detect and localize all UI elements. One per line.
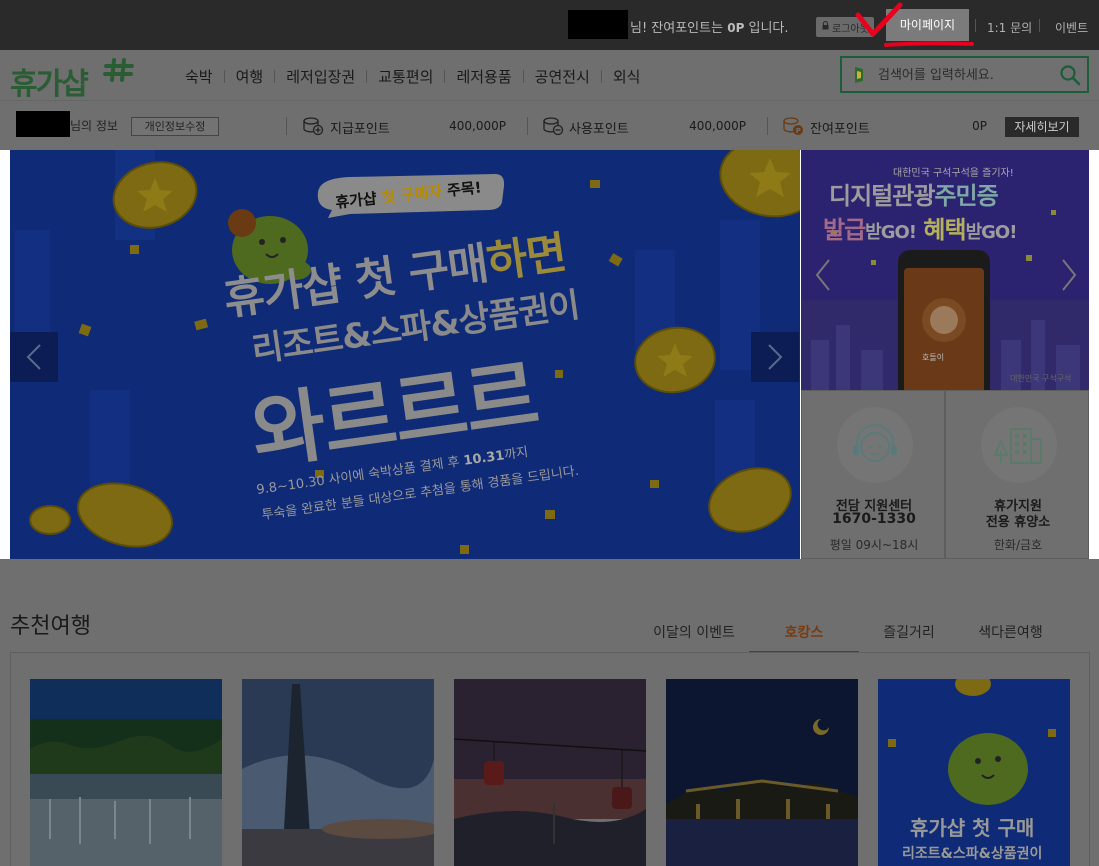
nav-divider: [522, 70, 524, 83]
tab-hocance[interactable]: 호캉스: [749, 622, 859, 642]
remaining-points-info-value: 0P: [972, 119, 987, 133]
svg-text:P: P: [796, 127, 801, 135]
points-greeting: 님! 잔여포인트는 0P 입니다.: [630, 17, 789, 36]
travel-card-tower[interactable]: [242, 679, 434, 866]
main-nav: 숙박 여행 레저입장권 교통편의 레저용품 공연전시 외식: [185, 66, 640, 87]
logo-text: 휴가샵: [10, 67, 88, 100]
site-logo[interactable]: 휴가샵: [10, 52, 140, 100]
pavilion-image: [666, 679, 858, 866]
resort-partners: 한화/금호: [993, 538, 1043, 552]
support-center-hours: 평일 09시~18시: [829, 538, 919, 552]
coin-p-icon: P: [783, 117, 803, 135]
waterfall-image: [30, 679, 222, 866]
search-input[interactable]: [878, 64, 1048, 86]
promo-sub-a: 리조트: [902, 846, 941, 862]
user-info-label: 님의 정보: [70, 119, 118, 133]
event-link[interactable]: 이벤트: [1055, 19, 1088, 36]
travel-card-pavilion[interactable]: [666, 679, 858, 866]
phone-name-label: 호돌이: [922, 353, 945, 362]
side-banner-title2: 발급받GO! 혜택받GO!: [823, 210, 1018, 245]
resort-box[interactable]: 휴가지원 전용 휴양소 한화/금호: [945, 390, 1089, 559]
greeting-end-text: 입니다.: [748, 21, 789, 36]
nav-divider: [444, 70, 446, 83]
search-box: [840, 56, 1089, 93]
tab-activities[interactable]: 즐길거리: [859, 622, 959, 642]
title2-part2: 받GO!: [865, 222, 917, 243]
travel-card-waterfall[interactable]: [30, 679, 222, 866]
title1-highlight: 주민증: [934, 182, 998, 210]
redacted-username: [16, 111, 70, 137]
nav-divider: [274, 70, 276, 83]
promo-sub-c: &상품권이: [978, 846, 1043, 862]
remaining-points-label: 잔여포인트: [810, 122, 870, 137]
chevron-left-icon: [815, 259, 830, 291]
side-banner-footer: 대한민국 구석구석: [1010, 374, 1072, 383]
remaining-points-value: 0P: [727, 21, 745, 35]
cablecar-image: [454, 679, 646, 866]
title2-part3: 혜택: [923, 216, 966, 244]
search-icon[interactable]: [1059, 64, 1081, 86]
promo-card-subtitle: 리조트&스파&상품권이: [902, 843, 1042, 863]
lock-icon: [822, 21, 829, 30]
tower-image: [242, 679, 434, 866]
info-divider: [767, 117, 768, 135]
nav-divider: [600, 70, 602, 83]
title2-part4: 받GO!: [965, 222, 1018, 243]
nav-item-performance[interactable]: 공연전시: [535, 66, 590, 87]
edit-profile-button[interactable]: 개인정보수정: [131, 117, 219, 136]
nav-item-leisure-tickets[interactable]: 레저입장권: [286, 66, 355, 87]
support-center-box[interactable]: 전담 지원센터 1670-1330 평일 09시~18시: [801, 390, 945, 559]
title1-prefix: 디지털관광: [829, 182, 935, 210]
nav-divider: [223, 70, 225, 83]
view-details-button[interactable]: 자세히보기: [1005, 117, 1079, 137]
nav-divider: [366, 70, 368, 83]
chevron-left-icon: [26, 344, 41, 370]
used-points-label: 사용포인트: [569, 122, 629, 137]
info-divider: [527, 117, 528, 135]
nav-item-travel[interactable]: 여행: [236, 66, 264, 87]
nav-item-transport[interactable]: 교통편의: [378, 66, 433, 87]
top-divider: [1039, 19, 1040, 32]
tab-monthly-event[interactable]: 이달의 이벤트: [639, 622, 749, 642]
resort-title-line2: 전용 휴양소: [985, 515, 1051, 530]
support-center-phone: 1670-1330: [832, 511, 916, 527]
top-divider: [975, 19, 976, 32]
nav-item-dining[interactable]: 외식: [613, 66, 641, 87]
headset-icon: [853, 424, 897, 462]
support-icon-circle: [837, 407, 913, 483]
promo-sub-b: &스파: [940, 846, 979, 862]
promo-card-title: 휴가샵 첫 구매: [910, 816, 1035, 840]
used-points-value: 400,000P: [689, 119, 746, 133]
side-banner-title1: 디지털관광주민증: [829, 176, 999, 211]
title2-part1: 발급: [823, 216, 866, 244]
logout-label: 로그아웃: [832, 24, 869, 35]
building-icon: [993, 428, 1042, 464]
travel-card-cablecar[interactable]: [454, 679, 646, 866]
logout-button[interactable]: 로그아웃: [816, 17, 874, 37]
info-divider: [286, 117, 287, 135]
banner-next-button[interactable]: [751, 332, 799, 382]
greeting-text: 님! 잔여포인트는: [630, 21, 724, 36]
chevron-right-icon: [1062, 259, 1077, 291]
resort-icon-circle: [981, 407, 1057, 483]
banner-prev-button[interactable]: [10, 332, 58, 382]
flag-icon: [855, 67, 863, 83]
tab-unique-travel[interactable]: 색다른여행: [959, 622, 1062, 642]
nav-item-lodging[interactable]: 숙박: [185, 66, 213, 87]
badge-prefix: 휴가샵: [334, 189, 378, 212]
nav-item-leisure-goods[interactable]: 레저용품: [456, 66, 511, 87]
recommended-title: 추천여행: [10, 614, 91, 639]
coin-minus-icon: [543, 117, 564, 136]
chevron-right-icon: [768, 344, 783, 370]
issued-points-label: 지급포인트: [330, 122, 390, 137]
redacted-username: [568, 10, 628, 39]
issued-points-value: 400,000P: [449, 119, 506, 133]
badge-suffix: 주목!: [446, 178, 483, 200]
coin-plus-icon: [303, 117, 324, 136]
inquiry-link[interactable]: 1:1 문의: [987, 19, 1032, 36]
mypage-button[interactable]: 마이페이지: [886, 9, 969, 41]
